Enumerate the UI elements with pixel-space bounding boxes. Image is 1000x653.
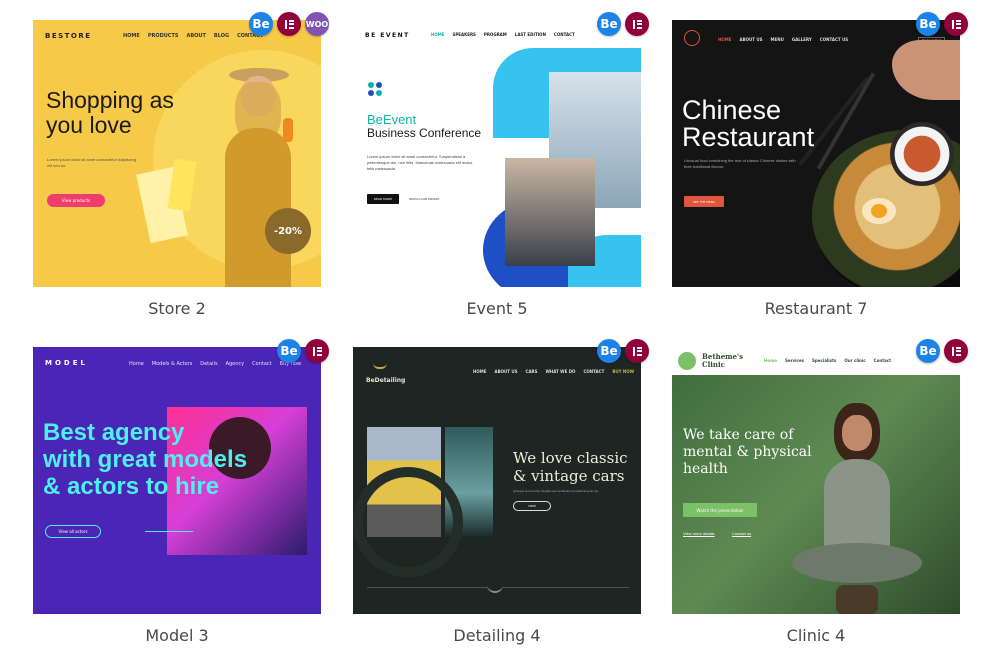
hero-headline: health	[683, 461, 728, 477]
elementor-badge-icon	[625, 339, 649, 363]
emblem-icon	[487, 581, 503, 593]
side-dish	[890, 122, 954, 186]
event-logo-icon	[368, 82, 382, 96]
demo-title[interactable]: Model 3	[33, 626, 321, 645]
site-logo: Clinic	[702, 360, 725, 369]
badge-group: Be WOO	[249, 12, 329, 36]
demo-thumbnail[interactable]: HOMEABOUT USMENUGALLERYCONTACT US BUY NO…	[672, 20, 960, 287]
site-nav: Home Services Specialists Our clinic Contact	[764, 358, 892, 363]
badge-group: Be	[597, 339, 649, 363]
hero-cta[interactable]: View all actors	[45, 525, 101, 538]
hand	[892, 40, 960, 100]
hero-cta[interactable]: VIEW	[513, 501, 551, 511]
elementor-badge-icon	[625, 12, 649, 36]
demo-thumbnail[interactable]: BeDetailing HOME ABOUT US CARS WHAT WE DO CO…	[353, 347, 641, 614]
elementor-badge-icon	[944, 339, 968, 363]
hero-cta[interactable]: SEE THE MENU	[684, 196, 724, 207]
hero-text: Lorem ipsum dolor sit amet consectetur. …	[367, 154, 473, 171]
hero-headline: Business Conference	[367, 126, 482, 140]
betheme-badge-icon: Be	[597, 339, 621, 363]
hero-headline: Shopping as you love	[46, 87, 174, 138]
egg	[862, 198, 896, 224]
site-logo: BeDetailing	[366, 377, 406, 384]
decorative-circle	[353, 467, 463, 577]
leaf-logo-icon	[678, 352, 696, 370]
demo-title[interactable]: Store 2	[33, 299, 321, 318]
site-nav: HOME ABOUT US CARS WHAT WE DO CONTACT BUY NOW	[473, 369, 635, 374]
speaker-photo	[505, 158, 595, 266]
discount-badge: -20%	[265, 208, 311, 254]
site-nav: Home Models & Actors Details Agency Contact B…	[129, 361, 302, 367]
hero-headline: Best agency	[43, 419, 185, 446]
badge-group: Be	[597, 12, 649, 36]
elementor-badge-icon	[277, 12, 301, 36]
site-logo-icon	[684, 30, 700, 46]
hero-headline: Restaurant	[682, 122, 815, 152]
model-photo	[213, 68, 303, 287]
hero-text: Unusual food combining the rest of class…	[684, 158, 796, 169]
badge-group: Be	[277, 339, 329, 363]
demo-thumbnail[interactable]: BESTORE HOME PRODUCTS ABOUT BLOG CONTACT Sho…	[33, 20, 321, 287]
woocommerce-badge-icon: WOO	[305, 12, 329, 36]
meditating-woman	[792, 403, 922, 614]
hero-text: Lorem ipsum dolor sit amet consectetur a…	[47, 157, 136, 168]
hero-headline: Chinese	[682, 95, 782, 125]
site-logo: BE EVENT	[365, 32, 410, 39]
hero-headline: BeEvent	[367, 112, 417, 127]
demo-thumbnail[interactable]: MODEL Home Models & Actors Details Agency Co…	[33, 347, 321, 614]
hero-headline: mental & physical	[683, 444, 812, 460]
betheme-badge-icon: Be	[597, 12, 621, 36]
badge-group: Be	[916, 12, 968, 36]
demo-thumbnail[interactable]: BE EVENT HOME SPEAKERS PROGRAM LAST EDITION…	[353, 20, 641, 287]
promo-link[interactable]: WATCH OUR PROMO	[409, 197, 439, 201]
demo-title[interactable]: Detailing 4	[353, 626, 641, 645]
site-nav: HOME SPEAKERS PROGRAM LAST EDITION CONTACT	[431, 32, 575, 37]
details-link[interactable]: View more details	[683, 531, 715, 536]
badge-group: Be	[916, 339, 968, 363]
betheme-badge-icon: Be	[277, 339, 301, 363]
demo-thumbnail[interactable]: Betheme's Clinic Home Services Specialists…	[672, 347, 960, 614]
hero-cta[interactable]: READ MORE	[367, 194, 399, 204]
betheme-badge-icon: Be	[916, 12, 940, 36]
hero-headline: We take care of	[683, 427, 794, 443]
betheme-badge-icon: Be	[916, 339, 940, 363]
demo-title[interactable]: Event 5	[353, 299, 641, 318]
site-logo: BESTORE	[45, 32, 92, 40]
elementor-badge-icon	[305, 339, 329, 363]
hero-headline: & vintage cars	[513, 467, 625, 485]
betheme-badge-icon: Be	[249, 12, 273, 36]
hero-headline: & actors to hire	[43, 473, 220, 500]
hero-text: Quisque lorem tortor fringilla sed vesti…	[513, 489, 598, 493]
demo-title[interactable]: Clinic 4	[672, 626, 960, 645]
site-logo-icon	[373, 357, 387, 369]
site-nav: HOME PRODUCTS ABOUT BLOG CONTACT	[123, 33, 264, 39]
contact-link[interactable]: Contact us	[732, 531, 751, 536]
site-nav: HOME ABOUT US MENU GALLERY CONTACT US	[718, 37, 849, 42]
demo-title[interactable]: Restaurant 7	[672, 299, 960, 318]
site-logo: MODEL	[45, 359, 88, 367]
hero-headline: We love classic	[513, 449, 628, 467]
hero-cta[interactable]: View products	[47, 194, 105, 207]
hero-cta[interactable]: Watch the presentation	[683, 503, 757, 517]
elementor-badge-icon	[944, 12, 968, 36]
hero-headline: with great models	[43, 446, 248, 473]
decorative-line	[145, 531, 193, 532]
